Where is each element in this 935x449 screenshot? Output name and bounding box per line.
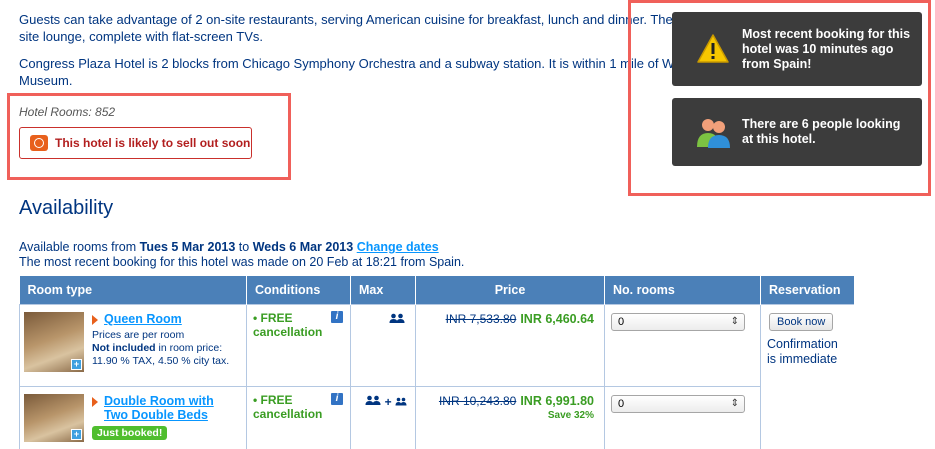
free-cancellation-text: • FREE cancellation	[253, 310, 323, 339]
conditions-cell: • FREE cancellation i	[246, 385, 351, 449]
availability-heading: Availability	[19, 197, 114, 219]
header-room-type: Room type	[19, 276, 247, 304]
free-cancellation-text: • FREE cancellation	[253, 392, 323, 421]
expand-arrow-icon[interactable]	[92, 396, 98, 407]
availability-dates: Available rooms from Tues 5 Mar 2013 to …	[19, 240, 464, 270]
conditions-cell: • FREE cancellation i	[246, 303, 351, 387]
rooms-select[interactable]: 0	[611, 394, 745, 413]
room-photo[interactable]: +	[24, 393, 84, 442]
plus-separator: +	[384, 394, 392, 409]
rooms-from-label: Available rooms from	[19, 240, 140, 254]
max-occupancy-cell: +	[350, 385, 416, 449]
two-people-icon	[365, 395, 381, 405]
expand-arrow-icon[interactable]	[92, 314, 98, 325]
savings-label: Save 32%	[547, 409, 594, 421]
table-row: + Double Room with Two Double Beds Just …	[19, 385, 854, 449]
no-rooms-cell: 0	[604, 303, 761, 387]
room-type-cell: + Double Room with Two Double Beds Just …	[19, 385, 247, 449]
max-occupancy-cell	[350, 303, 416, 387]
header-reservation: Reservation	[760, 276, 854, 304]
not-included-rest: in room price:	[155, 341, 223, 354]
highlight-box-notifications	[628, 0, 931, 196]
header-price: Price	[415, 276, 605, 304]
original-price: INR 10,243.80	[438, 393, 517, 408]
just-booked-badge: Just booked!	[92, 425, 168, 440]
header-no-rooms: No. rooms	[604, 276, 761, 304]
book-now-button[interactable]: Book now	[769, 312, 834, 331]
two-children-icon	[395, 397, 407, 405]
not-included-label: Not included	[92, 341, 156, 354]
discounted-price: INR 6,460.64	[520, 311, 594, 326]
price-note: Prices are per room	[92, 328, 185, 341]
info-icon[interactable]: i	[331, 392, 343, 405]
discounted-price: INR 6,991.80	[520, 393, 594, 408]
header-max: Max	[350, 276, 416, 304]
zoom-plus-icon[interactable]: +	[71, 358, 82, 370]
highlight-box-sellout	[7, 93, 291, 180]
header-conditions: Conditions	[246, 276, 351, 304]
tax-note: 11.90 % TAX, 4.50 % city tax.	[92, 354, 230, 367]
reservation-cell: Book now Confirmation is immediate	[760, 303, 854, 449]
rooms-select[interactable]: 0	[611, 312, 745, 331]
room-name-link[interactable]: Double Room with Two Double Beds	[104, 394, 232, 422]
to-label: to	[235, 240, 253, 254]
zoom-plus-icon[interactable]: +	[71, 428, 82, 440]
price-cell: INR 10,243.80 INR 6,991.80 Save 32%	[415, 385, 605, 449]
rooms-table: Room type Conditions Max Price No. rooms…	[19, 276, 854, 449]
table-row: + Queen Room Prices are per room Not inc…	[19, 303, 854, 449]
price-cell: INR 7,533.80 INR 6,460.64	[415, 303, 605, 387]
to-date: Weds 6 Mar 2013	[252, 240, 354, 254]
change-dates-link[interactable]: Change dates	[357, 240, 439, 254]
original-price: INR 7,533.80	[445, 311, 517, 326]
confirmation-text: Confirmation is immediate	[767, 336, 838, 366]
table-header-row: Room type Conditions Max Price No. rooms…	[19, 276, 854, 304]
info-icon[interactable]: i	[331, 310, 343, 323]
room-photo[interactable]: +	[24, 311, 84, 372]
room-type-cell: + Queen Room Prices are per room Not inc…	[19, 303, 247, 387]
two-people-icon	[389, 313, 405, 323]
no-rooms-cell: 0	[604, 385, 761, 449]
room-name-link[interactable]: Queen Room	[104, 312, 182, 326]
recent-booking-line: The most recent booking for this hotel w…	[19, 255, 465, 269]
from-date: Tues 5 Mar 2013	[139, 240, 236, 254]
